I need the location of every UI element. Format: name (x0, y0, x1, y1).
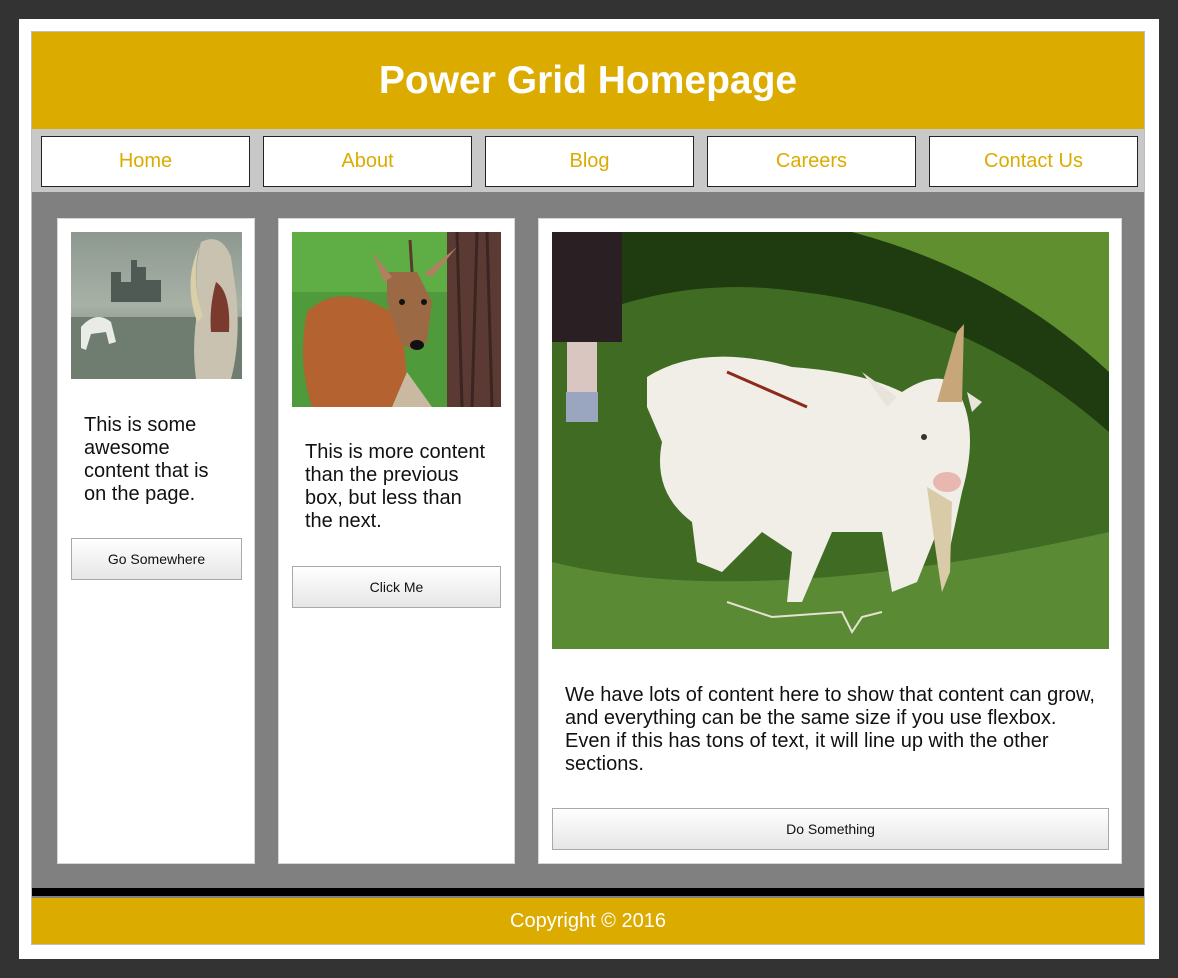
copyright-text: Copyright © 2016 (510, 909, 666, 932)
card-1-text: This is some awesome content that is on … (84, 414, 209, 505)
castle-horse-image (71, 232, 242, 379)
content-card-1: This is some awesome content that is on … (57, 218, 255, 864)
deer-image (292, 232, 501, 407)
go-somewhere-button[interactable]: Go Somewhere (71, 538, 242, 580)
site-container: Power Grid Homepage Home About Blog Care… (31, 31, 1145, 945)
main-nav: Home About Blog Careers Contact Us (32, 129, 1144, 192)
goat-image (552, 232, 1109, 649)
content-card-3: We have lots of content here to show tha… (538, 218, 1122, 864)
content-card-2: This is more content than the previous b… (278, 218, 515, 864)
page-title: Power Grid Homepage (378, 58, 798, 102)
card-3-text: We have lots of content here to show tha… (565, 684, 1095, 775)
nav-item-contact[interactable]: Contact Us (929, 136, 1138, 187)
do-something-button[interactable]: Do Something (552, 808, 1109, 850)
nav-item-about[interactable]: About (263, 136, 472, 187)
nav-item-home[interactable]: Home (41, 136, 250, 187)
nav-item-blog[interactable]: Blog (485, 136, 694, 187)
page: Power Grid Homepage Home About Blog Care… (19, 19, 1159, 959)
site-header: Power Grid Homepage (32, 32, 1144, 129)
footer-divider (32, 888, 1144, 896)
card-2-text: This is more content than the previous b… (305, 441, 486, 532)
click-me-button[interactable]: Click Me (292, 566, 501, 608)
nav-item-careers[interactable]: Careers (707, 136, 916, 187)
site-footer: Copyright © 2016 (32, 898, 1144, 944)
